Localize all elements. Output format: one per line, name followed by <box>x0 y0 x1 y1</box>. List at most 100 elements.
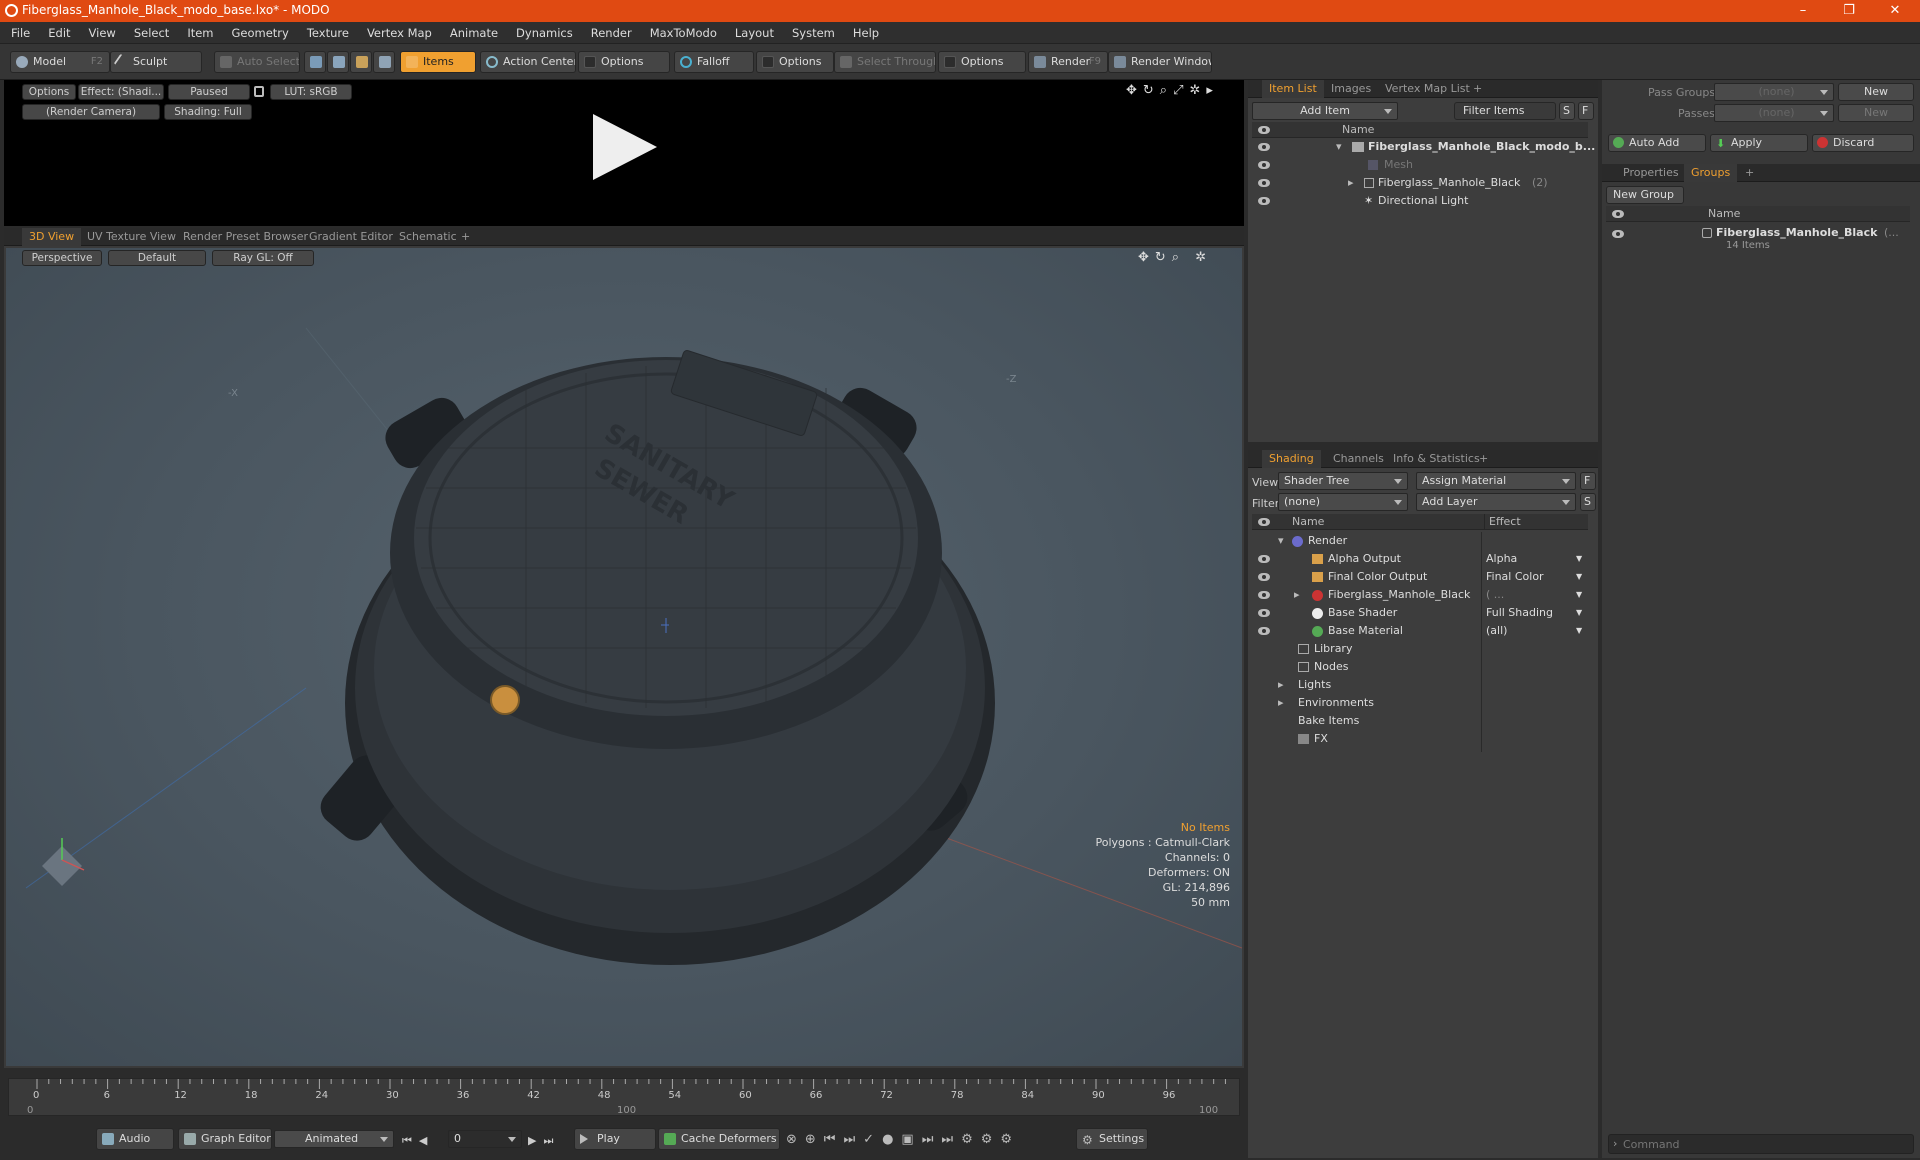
tab-vertex-map-list[interactable]: Vertex Map List <box>1378 80 1477 98</box>
new-pass-button[interactable]: New <box>1838 104 1914 122</box>
menu-system[interactable]: System <box>783 22 844 44</box>
add-tab-button[interactable]: + <box>1472 450 1495 468</box>
lock-icon[interactable] <box>254 86 264 97</box>
menu-animate[interactable]: Animate <box>441 22 507 44</box>
filter-items-input[interactable]: Filter Items <box>1454 102 1556 120</box>
table-row[interactable]: Base Shader Full Shading ▼ <box>1252 604 1588 622</box>
menu-layout[interactable]: Layout <box>726 22 783 44</box>
new-group-button[interactable]: New Group <box>1606 186 1684 204</box>
item-list-f-button[interactable]: F <box>1578 102 1594 120</box>
dropdown-arrow-icon[interactable]: ▼ <box>1576 568 1582 586</box>
select-through-button[interactable]: Select Through <box>834 51 936 73</box>
shader-view-dropdown[interactable]: Shader Tree <box>1278 472 1408 490</box>
tab-uv-texture-view[interactable]: UV Texture View <box>80 228 183 246</box>
render-camera-dropdown[interactable]: (Render Camera) <box>22 104 160 120</box>
play-button[interactable]: Play <box>574 1128 656 1150</box>
table-row[interactable]: Nodes <box>1252 658 1588 676</box>
tab-channels[interactable]: Channels <box>1326 450 1391 468</box>
transport-back-icons[interactable]: ⏮◀ <box>402 1134 434 1148</box>
minimize-button[interactable]: – <box>1780 0 1826 22</box>
visibility-eye-icon[interactable] <box>1258 161 1270 169</box>
transport-forward-icons[interactable]: ▶⏭ <box>528 1134 560 1148</box>
dropdown-arrow-icon[interactable]: ▼ <box>1576 622 1582 640</box>
render-window-button[interactable]: Render Window <box>1108 51 1212 73</box>
shader-effect-dropdown[interactable]: Final Color <box>1486 568 1544 586</box>
expand-arrow-icon[interactable]: ▸ <box>1278 676 1284 694</box>
menu-texture[interactable]: Texture <box>298 22 358 44</box>
auto-select-button[interactable]: Auto Select <box>214 51 300 73</box>
lut-dropdown[interactable]: LUT: sRGB <box>270 84 352 100</box>
add-item-dropdown[interactable]: Add Item <box>1252 102 1398 120</box>
vertices-mode-button[interactable] <box>304 51 326 73</box>
add-tab-button[interactable]: + <box>454 228 477 246</box>
list-item[interactable]: Fiberglass_Manhole_Black (... 14 Items <box>1606 224 1910 260</box>
visibility-eye-icon[interactable] <box>1258 555 1270 563</box>
dropdown-arrow-icon[interactable]: ▼ <box>1576 604 1582 622</box>
menu-select[interactable]: Select <box>125 22 178 44</box>
tab-schematic[interactable]: Schematic <box>392 228 464 246</box>
tab-groups[interactable]: Groups <box>1684 164 1738 182</box>
visibility-eye-icon[interactable] <box>1258 179 1270 187</box>
table-row[interactable]: ▸ Lights <box>1252 676 1588 694</box>
audio-button[interactable]: Audio <box>96 1128 174 1150</box>
menu-dynamics[interactable]: Dynamics <box>507 22 582 44</box>
cache-deformers-button[interactable]: Cache Deformers <box>658 1128 780 1150</box>
table-row[interactable]: Bake Items <box>1252 712 1588 730</box>
new-pass-group-button[interactable]: New <box>1838 83 1914 101</box>
tab-shading[interactable]: Shading <box>1262 450 1321 468</box>
list-item[interactable]: Mesh <box>1252 156 1588 174</box>
table-row[interactable]: Alpha Output Alpha ▼ <box>1252 550 1588 568</box>
key-tools-icons[interactable]: ⊗⊕⏮⏭✓●▣⏭⏭⚙⚙⚙ <box>786 1132 1020 1147</box>
preview-options-button[interactable]: Options <box>22 84 76 100</box>
shading-s-button[interactable]: S <box>1580 493 1596 511</box>
model-mode-button[interactable]: Model F2 <box>10 51 110 73</box>
table-row[interactable]: Base Material (all) ▼ <box>1252 622 1588 640</box>
menu-geometry[interactable]: Geometry <box>223 22 298 44</box>
list-item[interactable]: ✶ Directional Light <box>1252 192 1588 210</box>
table-row[interactable]: Library <box>1252 640 1588 658</box>
menu-view[interactable]: View <box>80 22 125 44</box>
action-center-options-button[interactable]: Options <box>578 51 670 73</box>
shading-f-button[interactable]: F <box>1580 472 1596 490</box>
visibility-eye-icon[interactable] <box>1258 197 1270 205</box>
menu-help[interactable]: Help <box>844 22 888 44</box>
play-render-icon[interactable] <box>593 114 657 180</box>
falloff-button[interactable]: Falloff <box>674 51 754 73</box>
visibility-eye-icon[interactable] <box>1612 230 1624 238</box>
expand-arrow-icon[interactable]: ▸ <box>1278 694 1284 712</box>
menu-file[interactable]: File <box>2 22 39 44</box>
menu-render[interactable]: Render <box>582 22 641 44</box>
list-item[interactable]: ▾ Fiberglass_Manhole_Black_modo_b... <box>1252 138 1595 156</box>
table-row[interactable]: ▸ Environments <box>1252 694 1588 712</box>
falloff-options-button[interactable]: Options <box>756 51 834 73</box>
visibility-eye-icon[interactable] <box>1258 143 1270 151</box>
auto-add-button[interactable]: Auto Add <box>1608 134 1706 152</box>
expand-arrow-icon[interactable]: ▸ <box>1348 174 1354 192</box>
tab-3d-view[interactable]: 3D View <box>22 228 82 246</box>
table-row[interactable]: ▾ Render <box>1252 532 1588 550</box>
edges-mode-button[interactable] <box>327 51 349 73</box>
polygons-mode-button[interactable] <box>350 51 372 73</box>
menu-vertex-map[interactable]: Vertex Map <box>358 22 441 44</box>
preview-effect-dropdown[interactable]: Effect: (Shadi... <box>78 84 164 100</box>
animated-dropdown[interactable]: Animated <box>274 1130 394 1148</box>
timeline[interactable]: 0 6 12 18 24 30 36 42 48 54 60 66 72 78 84 90 96 0 100 1… <box>8 1078 1240 1116</box>
assign-material-dropdown[interactable]: Assign Material <box>1416 472 1576 490</box>
current-frame-input[interactable]: 0 <box>448 1130 522 1148</box>
maximize-button[interactable]: ❐ <box>1826 0 1872 22</box>
settings-button[interactable]: ⚙ Settings <box>1076 1128 1148 1150</box>
select-through-options-button[interactable]: Options <box>938 51 1026 73</box>
table-row[interactable]: FX <box>1252 730 1588 748</box>
menu-maxtomodo[interactable]: MaxToModo <box>641 22 726 44</box>
shader-effect-dropdown[interactable]: (all) <box>1486 622 1507 640</box>
action-center-button[interactable]: Action Center <box>480 51 576 73</box>
tab-properties[interactable]: Properties <box>1616 164 1686 182</box>
visibility-eye-icon[interactable] <box>1258 591 1270 599</box>
tab-item-list[interactable]: Item List <box>1262 80 1324 98</box>
close-button[interactable]: ✕ <box>1872 0 1918 22</box>
visibility-eye-icon[interactable] <box>1258 573 1270 581</box>
preview-nav-icons[interactable]: ✥↻⌕⤢✲▸ <box>1126 83 1219 98</box>
table-row[interactable]: ▸ Fiberglass_Manhole_Black ( ... ▼ <box>1252 586 1588 604</box>
items-mode-button[interactable]: Items <box>400 51 476 73</box>
dropdown-arrow-icon[interactable]: ▼ <box>1576 586 1582 604</box>
